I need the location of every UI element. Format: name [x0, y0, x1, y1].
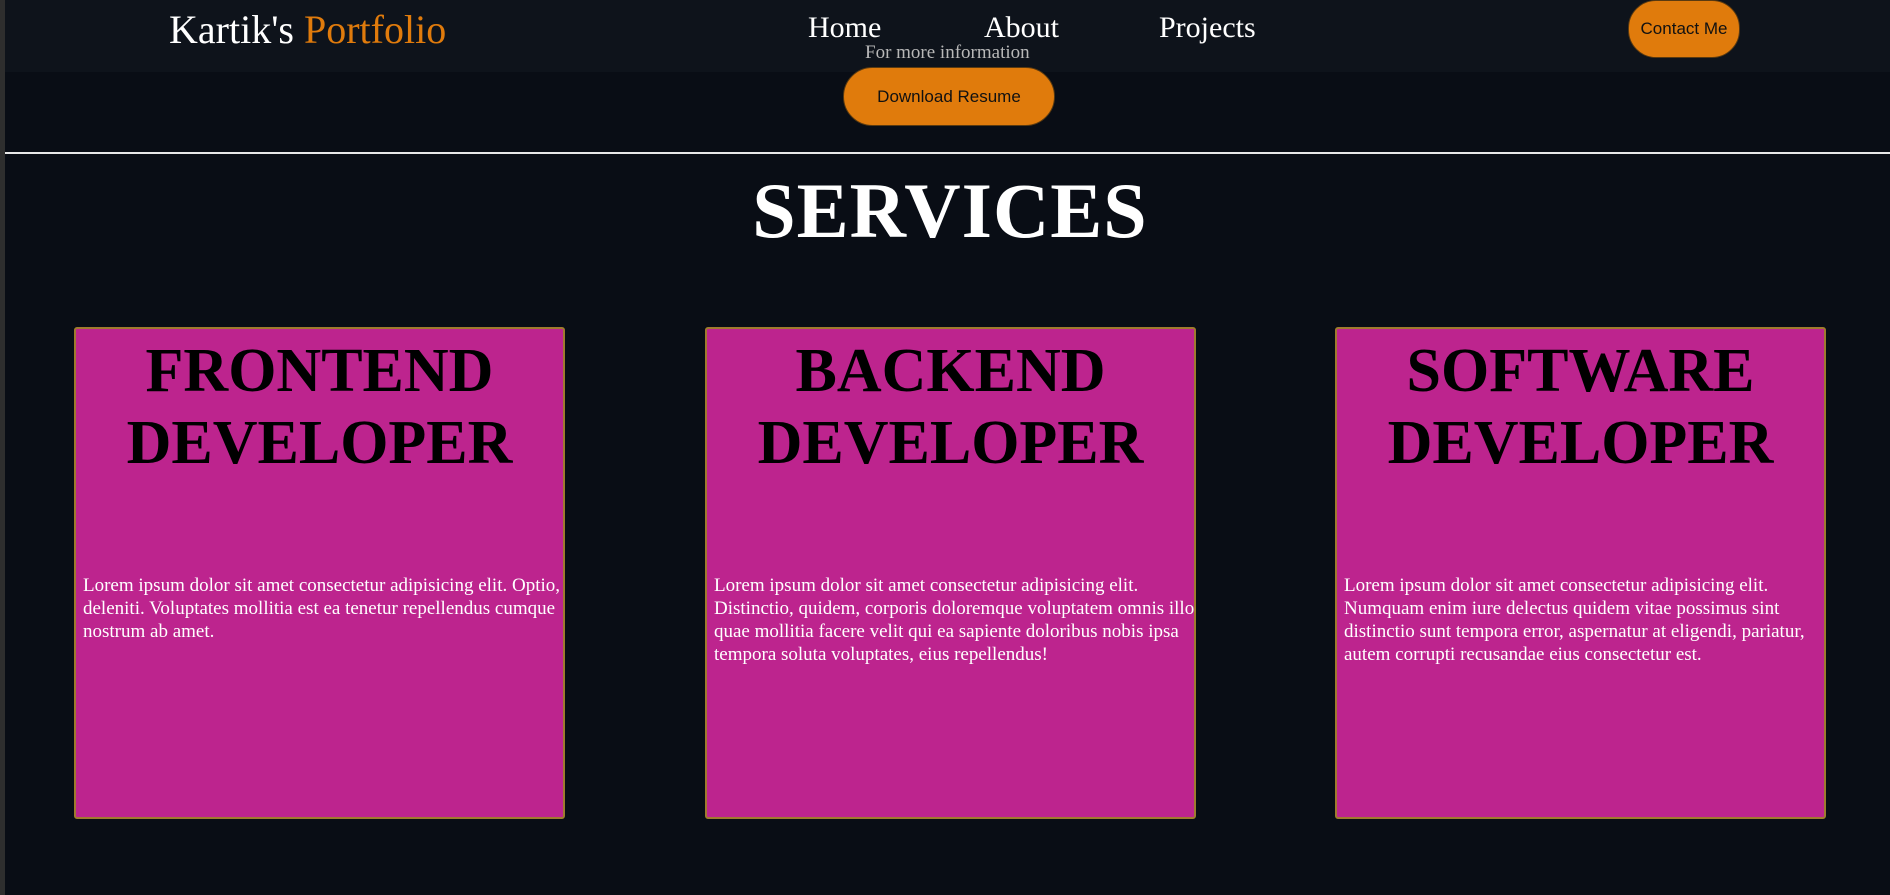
brand-accent: Portfolio	[303, 7, 447, 52]
services-title: SERVICES	[752, 167, 1148, 254]
service-card-backend: BACKEND DEVELOPER Lorem ipsum dolor sit …	[705, 327, 1196, 819]
service-card-software: SOFTWARE DEVELOPER Lorem ipsum dolor sit…	[1335, 327, 1826, 819]
brand-logo[interactable]: Kartik's Portfolio	[169, 6, 446, 54]
service-card-frontend: FRONTEND DEVELOPER Lorem ipsum dolor sit…	[74, 327, 565, 819]
brand-name: Kartik's	[169, 7, 294, 52]
service-card-title: BACKEND DEVELOPER	[757, 337, 1144, 477]
service-card-title: SOFTWARE DEVELOPER	[1387, 337, 1774, 477]
download-resume-button[interactable]: Download Resume	[843, 67, 1055, 126]
nav-link-projects[interactable]: Projects	[1159, 8, 1256, 48]
service-card-text: Lorem ipsum dolor sit amet consectetur a…	[714, 575, 1195, 665]
service-card-title: FRONTEND DEVELOPER	[126, 337, 513, 477]
more-info-text: For more information	[865, 42, 1030, 63]
service-card-text: Lorem ipsum dolor sit amet consectetur a…	[1344, 575, 1805, 665]
contact-me-button[interactable]: Contact Me	[1628, 0, 1740, 58]
window-edge	[0, 0, 5, 895]
service-card-text: Lorem ipsum dolor sit amet consectetur a…	[83, 575, 561, 642]
section-divider	[5, 152, 1890, 154]
